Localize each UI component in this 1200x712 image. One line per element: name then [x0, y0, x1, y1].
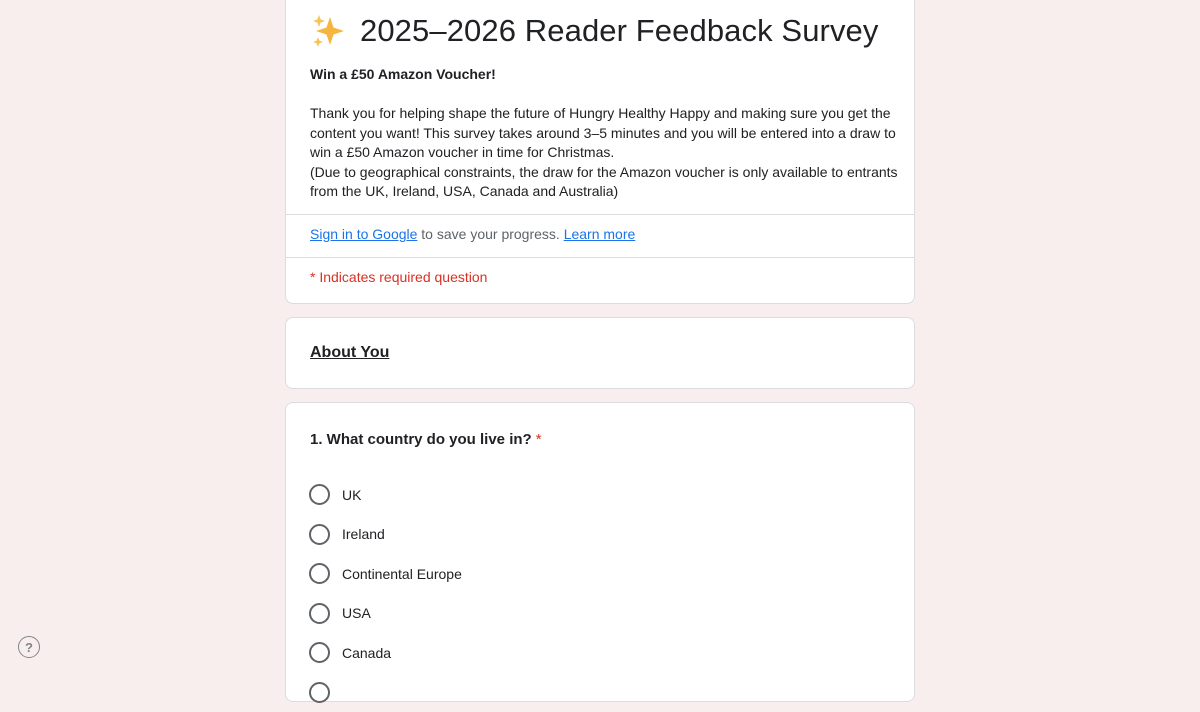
radio-button[interactable] — [309, 682, 330, 703]
radio-button[interactable] — [309, 524, 330, 545]
option-label: Canada — [342, 645, 391, 661]
form-title: 2025–2026 Reader Feedback Survey — [360, 13, 879, 49]
divider — [286, 214, 914, 215]
radio-button[interactable] — [309, 484, 330, 505]
section-title: About You — [310, 344, 389, 362]
description-paragraph: Thank you for helping shape the future o… — [310, 104, 900, 163]
option-label: UK — [342, 487, 361, 503]
signin-row: Sign in to Google to save your progress.… — [310, 226, 635, 242]
option-label: Ireland — [342, 526, 385, 542]
option-continental-europe[interactable]: Continental Europe — [309, 554, 462, 594]
learn-more-link[interactable]: Learn more — [564, 226, 636, 242]
radio-button[interactable] — [309, 563, 330, 584]
required-asterisk: * — [536, 431, 542, 448]
option-label: USA — [342, 605, 371, 621]
question-text: 1. What country do you live in? — [310, 431, 532, 448]
form-header-card: 2025–2026 Reader Feedback Survey Win a £… — [285, 0, 915, 304]
option-label: Continental Europe — [342, 566, 462, 582]
form-subtitle: Win a £50 Amazon Voucher! — [310, 66, 496, 82]
radio-group: UK Ireland Continental Europe USA Canada — [309, 475, 462, 712]
required-note: * Indicates required question — [310, 269, 487, 285]
description-paragraph: (Due to geographical constraints, the dr… — [310, 163, 900, 202]
option-canada[interactable]: Canada — [309, 633, 462, 673]
option-next-partial[interactable] — [309, 673, 462, 712]
sign-in-link[interactable]: Sign in to Google — [310, 226, 417, 242]
divider — [286, 257, 914, 258]
section-card: About You — [285, 317, 915, 389]
radio-button[interactable] — [309, 603, 330, 624]
sparkles-icon — [310, 13, 346, 49]
radio-button[interactable] — [309, 642, 330, 663]
question-card: 1. What country do you live in?* UK Irel… — [285, 402, 915, 702]
form-description: Thank you for helping shape the future o… — [310, 104, 900, 202]
question-title: 1. What country do you live in?* — [310, 431, 542, 448]
option-ireland[interactable]: Ireland — [309, 515, 462, 555]
signin-text: to save your progress. — [417, 226, 563, 242]
form-title-row: 2025–2026 Reader Feedback Survey — [310, 11, 879, 51]
help-icon[interactable]: ? — [18, 636, 40, 658]
option-usa[interactable]: USA — [309, 594, 462, 634]
option-uk[interactable]: UK — [309, 475, 462, 515]
